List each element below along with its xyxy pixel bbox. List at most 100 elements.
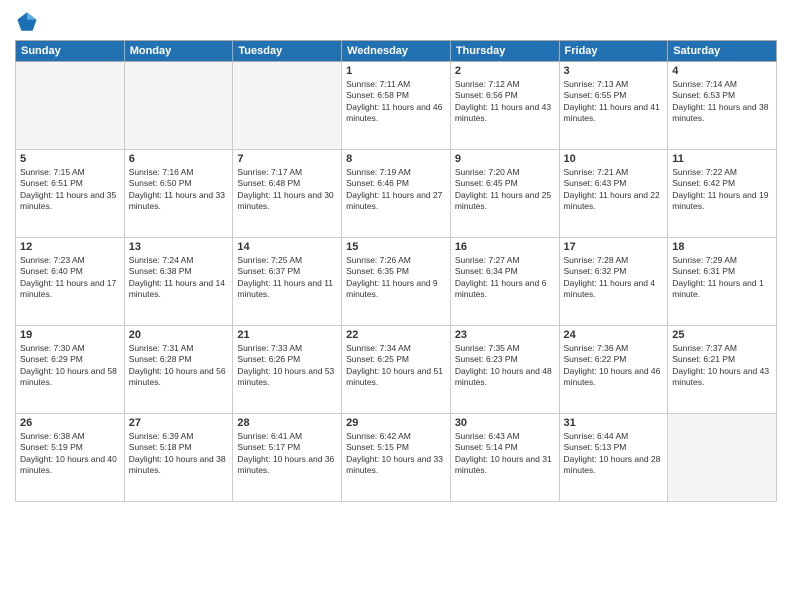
weekday-header-row: SundayMondayTuesdayWednesdayThursdayFrid… xyxy=(16,41,777,62)
day-info: Sunrise: 7:25 AMSunset: 6:37 PMDaylight:… xyxy=(237,255,337,301)
day-cell: 25 Sunrise: 7:37 AMSunset: 6:21 PMDayligh… xyxy=(668,326,777,414)
day-cell xyxy=(233,62,342,150)
day-info: Sunrise: 7:13 AMSunset: 6:55 PMDaylight:… xyxy=(564,79,664,125)
logo xyxy=(15,10,41,34)
day-cell xyxy=(668,414,777,502)
day-number: 19 xyxy=(20,329,120,341)
day-number: 26 xyxy=(20,417,120,429)
week-row-3: 12 Sunrise: 7:23 AMSunset: 6:40 PMDayligh… xyxy=(16,238,777,326)
day-info: Sunrise: 6:41 AMSunset: 5:17 PMDaylight:… xyxy=(237,431,337,477)
calendar: SundayMondayTuesdayWednesdayThursdayFrid… xyxy=(15,40,777,502)
day-info: Sunrise: 7:35 AMSunset: 6:23 PMDaylight:… xyxy=(455,343,555,389)
header xyxy=(15,10,777,34)
day-cell: 31 Sunrise: 6:44 AMSunset: 5:13 PMDayligh… xyxy=(559,414,668,502)
day-info: Sunrise: 7:36 AMSunset: 6:22 PMDaylight:… xyxy=(564,343,664,389)
weekday-wednesday: Wednesday xyxy=(342,41,451,62)
day-info: Sunrise: 6:44 AMSunset: 5:13 PMDaylight:… xyxy=(564,431,664,477)
day-info: Sunrise: 6:39 AMSunset: 5:18 PMDaylight:… xyxy=(129,431,229,477)
day-cell: 1 Sunrise: 7:11 AMSunset: 6:58 PMDaylight… xyxy=(342,62,451,150)
day-number: 8 xyxy=(346,153,446,165)
weekday-thursday: Thursday xyxy=(450,41,559,62)
day-cell: 10 Sunrise: 7:21 AMSunset: 6:43 PMDayligh… xyxy=(559,150,668,238)
day-cell: 7Sunrise: 7:17 AMSunset: 6:48 PMDaylight… xyxy=(233,150,342,238)
day-cell xyxy=(16,62,125,150)
day-info: Sunrise: 7:23 AMSunset: 6:40 PMDaylight:… xyxy=(20,255,120,301)
day-info: Sunrise: 7:11 AMSunset: 6:58 PMDaylight:… xyxy=(346,79,446,125)
day-info: Sunrise: 7:27 AMSunset: 6:34 PMDaylight:… xyxy=(455,255,555,301)
day-info: Sunrise: 7:34 AMSunset: 6:25 PMDaylight:… xyxy=(346,343,446,389)
day-number: 30 xyxy=(455,417,555,429)
day-cell: 12 Sunrise: 7:23 AMSunset: 6:40 PMDayligh… xyxy=(16,238,125,326)
weekday-sunday: Sunday xyxy=(16,41,125,62)
page: SundayMondayTuesdayWednesdayThursdayFrid… xyxy=(0,0,792,612)
weekday-saturday: Saturday xyxy=(668,41,777,62)
day-cell: 23 Sunrise: 7:35 AMSunset: 6:23 PMDayligh… xyxy=(450,326,559,414)
day-number: 13 xyxy=(129,241,229,253)
day-cell: 28Sunrise: 6:41 AMSunset: 5:17 PMDayligh… xyxy=(233,414,342,502)
day-cell: 16Sunrise: 7:27 AMSunset: 6:34 PMDayligh… xyxy=(450,238,559,326)
day-cell: 13 Sunrise: 7:24 AMSunset: 6:38 PMDayligh… xyxy=(124,238,233,326)
day-cell: 26 Sunrise: 6:38 AMSunset: 5:19 PMDayligh… xyxy=(16,414,125,502)
logo-icon xyxy=(15,10,39,34)
day-number: 23 xyxy=(455,329,555,341)
day-number: 6 xyxy=(129,153,229,165)
weekday-friday: Friday xyxy=(559,41,668,62)
day-number: 2 xyxy=(455,65,555,77)
day-cell: 19 Sunrise: 7:30 AMSunset: 6:29 PMDayligh… xyxy=(16,326,125,414)
day-number: 1 xyxy=(346,65,446,77)
day-number: 12 xyxy=(20,241,120,253)
day-cell: 30 Sunrise: 6:43 AMSunset: 5:14 PMDayligh… xyxy=(450,414,559,502)
day-info: Sunrise: 7:31 AMSunset: 6:28 PMDaylight:… xyxy=(129,343,229,389)
day-number: 4 xyxy=(672,65,772,77)
day-number: 24 xyxy=(564,329,664,341)
day-number: 17 xyxy=(564,241,664,253)
day-cell: 17 Sunrise: 7:28 AMSunset: 6:32 PMDayligh… xyxy=(559,238,668,326)
day-number: 3 xyxy=(564,65,664,77)
day-info: Sunrise: 6:42 AMSunset: 5:15 PMDaylight:… xyxy=(346,431,446,477)
day-info: Sunrise: 7:19 AMSunset: 6:46 PMDaylight:… xyxy=(346,167,446,213)
day-number: 10 xyxy=(564,153,664,165)
day-cell xyxy=(124,62,233,150)
week-row-4: 19 Sunrise: 7:30 AMSunset: 6:29 PMDayligh… xyxy=(16,326,777,414)
day-cell: 11 Sunrise: 7:22 AMSunset: 6:42 PMDayligh… xyxy=(668,150,777,238)
day-number: 21 xyxy=(237,329,337,341)
day-info: Sunrise: 7:24 AMSunset: 6:38 PMDaylight:… xyxy=(129,255,229,301)
day-info: Sunrise: 7:14 AMSunset: 6:53 PMDaylight:… xyxy=(672,79,772,125)
day-cell: 4 Sunrise: 7:14 AMSunset: 6:53 PMDaylight… xyxy=(668,62,777,150)
week-row-2: 5Sunrise: 7:15 AMSunset: 6:51 PMDaylight… xyxy=(16,150,777,238)
day-cell: 14 Sunrise: 7:25 AMSunset: 6:37 PMDayligh… xyxy=(233,238,342,326)
day-info: Sunrise: 7:21 AMSunset: 6:43 PMDaylight:… xyxy=(564,167,664,213)
day-cell: 2Sunrise: 7:12 AMSunset: 6:56 PMDaylight… xyxy=(450,62,559,150)
week-row-1: 1 Sunrise: 7:11 AMSunset: 6:58 PMDaylight… xyxy=(16,62,777,150)
day-cell: 27 Sunrise: 6:39 AMSunset: 5:18 PMDayligh… xyxy=(124,414,233,502)
day-cell: 20 Sunrise: 7:31 AMSunset: 6:28 PMDayligh… xyxy=(124,326,233,414)
day-info: Sunrise: 6:38 AMSunset: 5:19 PMDaylight:… xyxy=(20,431,120,477)
day-info: Sunrise: 7:28 AMSunset: 6:32 PMDaylight:… xyxy=(564,255,664,301)
day-cell: 3 Sunrise: 7:13 AMSunset: 6:55 PMDaylight… xyxy=(559,62,668,150)
day-cell: 9Sunrise: 7:20 AMSunset: 6:45 PMDaylight… xyxy=(450,150,559,238)
day-info: Sunrise: 7:15 AMSunset: 6:51 PMDaylight:… xyxy=(20,167,120,213)
day-number: 14 xyxy=(237,241,337,253)
day-info: Sunrise: 7:16 AMSunset: 6:50 PMDaylight:… xyxy=(129,167,229,213)
day-number: 25 xyxy=(672,329,772,341)
day-info: Sunrise: 7:37 AMSunset: 6:21 PMDaylight:… xyxy=(672,343,772,389)
day-number: 11 xyxy=(672,153,772,165)
day-info: Sunrise: 7:30 AMSunset: 6:29 PMDaylight:… xyxy=(20,343,120,389)
day-cell: 15Sunrise: 7:26 AMSunset: 6:35 PMDayligh… xyxy=(342,238,451,326)
day-info: Sunrise: 7:20 AMSunset: 6:45 PMDaylight:… xyxy=(455,167,555,213)
day-number: 22 xyxy=(346,329,446,341)
day-number: 31 xyxy=(564,417,664,429)
day-cell: 24 Sunrise: 7:36 AMSunset: 6:22 PMDayligh… xyxy=(559,326,668,414)
day-number: 20 xyxy=(129,329,229,341)
weekday-tuesday: Tuesday xyxy=(233,41,342,62)
day-number: 27 xyxy=(129,417,229,429)
day-info: Sunrise: 7:22 AMSunset: 6:42 PMDaylight:… xyxy=(672,167,772,213)
day-info: Sunrise: 7:33 AMSunset: 6:26 PMDaylight:… xyxy=(237,343,337,389)
day-number: 18 xyxy=(672,241,772,253)
day-number: 7 xyxy=(237,153,337,165)
day-info: Sunrise: 7:26 AMSunset: 6:35 PMDaylight:… xyxy=(346,255,446,301)
day-info: Sunrise: 6:43 AMSunset: 5:14 PMDaylight:… xyxy=(455,431,555,477)
day-cell: 29Sunrise: 6:42 AMSunset: 5:15 PMDayligh… xyxy=(342,414,451,502)
week-row-5: 26 Sunrise: 6:38 AMSunset: 5:19 PMDayligh… xyxy=(16,414,777,502)
day-cell: 22 Sunrise: 7:34 AMSunset: 6:25 PMDayligh… xyxy=(342,326,451,414)
